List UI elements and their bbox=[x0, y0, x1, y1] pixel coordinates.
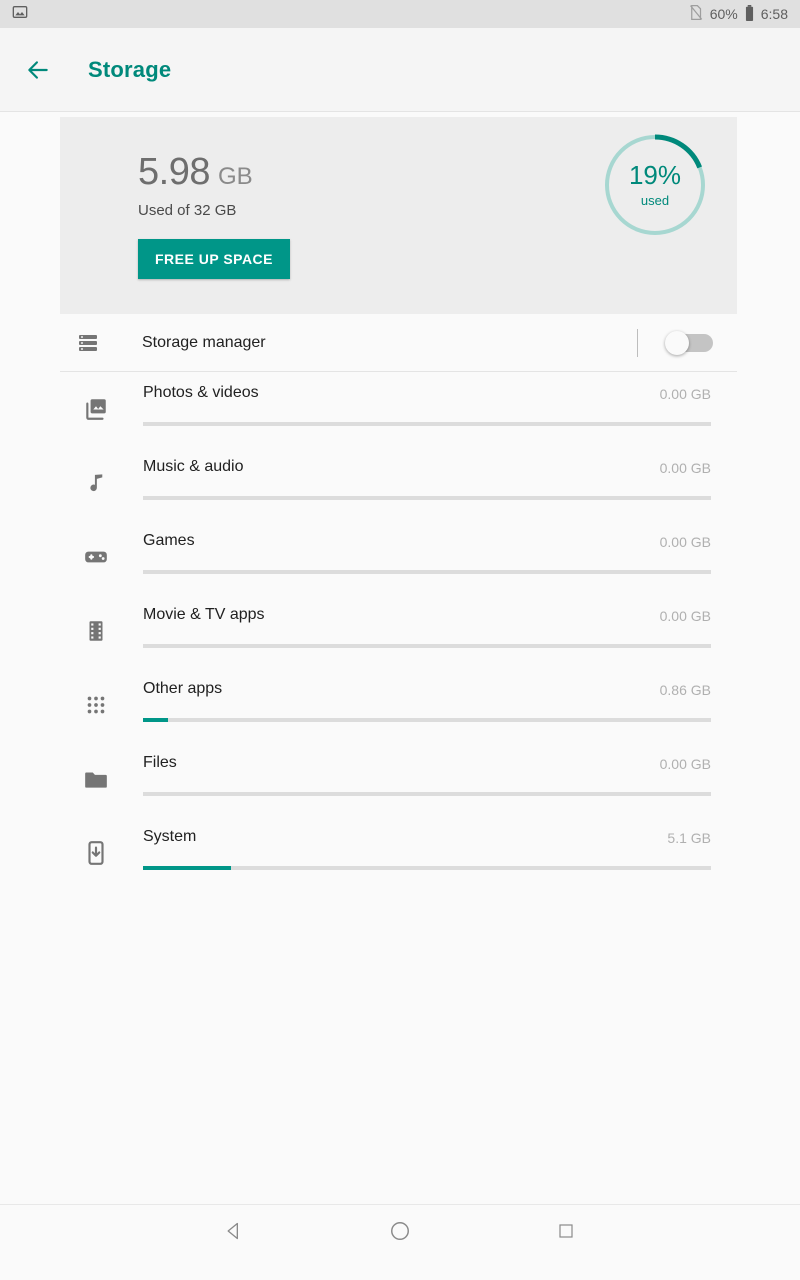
category-usage-bar bbox=[143, 866, 711, 870]
storage-category-row[interactable]: Music & audio 0.00 GB bbox=[0, 446, 800, 520]
nav-recents-icon[interactable] bbox=[542, 1207, 590, 1255]
storage-category-row[interactable]: Movie & TV apps 0.00 GB bbox=[0, 594, 800, 668]
image-notification-icon bbox=[12, 4, 28, 25]
back-arrow-icon[interactable] bbox=[14, 46, 62, 94]
battery-percent-label: 60% bbox=[709, 6, 738, 22]
folder-icon bbox=[78, 761, 114, 797]
donut-caption: used bbox=[640, 193, 670, 208]
donut-percent: 19% bbox=[628, 160, 682, 190]
category-label: Other apps bbox=[143, 680, 223, 697]
category-label: Games bbox=[143, 532, 195, 549]
used-amount: 5.98 GB bbox=[138, 151, 290, 194]
storage-summary-card: 5.98 GB Used of 32 GB FREE UP SPACE 19% … bbox=[60, 117, 737, 314]
category-size: 0.00 GB bbox=[659, 534, 711, 550]
storage-donut-chart: 19% used bbox=[601, 131, 709, 239]
clock-label: 6:58 bbox=[760, 6, 788, 22]
category-usage-bar bbox=[143, 644, 711, 648]
used-unit: GB bbox=[217, 163, 253, 190]
status-bar-right: 60% 6:58 bbox=[688, 4, 788, 24]
category-label: Music & audio bbox=[143, 458, 244, 475]
free-up-space-button[interactable]: FREE UP SPACE bbox=[138, 239, 291, 279]
apps-grid-icon bbox=[78, 687, 114, 723]
category-size: 0.00 GB bbox=[659, 756, 711, 772]
category-label: System bbox=[143, 828, 197, 845]
row-divider bbox=[637, 328, 638, 357]
category-size: 0.00 GB bbox=[659, 460, 711, 476]
app-bar: Storage bbox=[0, 28, 800, 112]
used-of-label: Used of 32 GB bbox=[138, 202, 237, 219]
category-label: Photos & videos bbox=[143, 384, 259, 401]
storage-category-list: Photos & videos 0.00 GB Music & audio 0.00 … bbox=[0, 372, 800, 890]
navigation-bar bbox=[0, 1204, 800, 1256]
gamepad-icon bbox=[78, 539, 114, 575]
status-bar-left bbox=[12, 4, 28, 25]
donut-label: 19% used bbox=[601, 131, 709, 239]
storage-manager-label: Storage manager bbox=[142, 333, 266, 351]
storage-category-row[interactable]: System 5.1 GB bbox=[0, 816, 800, 890]
category-usage-bar bbox=[143, 792, 711, 796]
storage-manager-row[interactable]: Storage manager bbox=[60, 314, 737, 372]
page-title: Storage bbox=[88, 56, 172, 82]
nav-home-icon[interactable] bbox=[376, 1207, 424, 1255]
category-usage-bar bbox=[143, 570, 711, 574]
storage-category-row[interactable]: Other apps 0.86 GB bbox=[0, 668, 800, 742]
category-size: 5.1 GB bbox=[667, 830, 711, 846]
content-area: 5.98 GB Used of 32 GB FREE UP SPACE 19% … bbox=[0, 112, 800, 1256]
storage-summary-text: 5.98 GB Used of 32 GB FREE UP SPACE bbox=[138, 151, 291, 279]
category-size: 0.86 GB bbox=[659, 682, 711, 698]
nav-back-icon[interactable] bbox=[210, 1207, 258, 1255]
music-note-icon bbox=[78, 465, 114, 501]
category-size: 0.00 GB bbox=[659, 608, 711, 624]
no-sim-icon bbox=[688, 4, 703, 24]
category-usage-bar bbox=[143, 496, 711, 500]
category-usage-bar bbox=[143, 422, 711, 426]
storage-manager-toggle[interactable] bbox=[665, 330, 713, 356]
system-update-icon bbox=[78, 835, 114, 871]
storage-category-row[interactable]: Games 0.00 GB bbox=[0, 520, 800, 594]
toggle-thumb bbox=[665, 330, 689, 355]
category-label: Files bbox=[143, 754, 177, 771]
category-label: Movie & TV apps bbox=[143, 606, 265, 623]
category-size: 0.00 GB bbox=[659, 386, 711, 402]
photo-library-icon bbox=[78, 391, 114, 427]
category-usage-fill bbox=[143, 718, 168, 722]
storage-bars-icon bbox=[60, 331, 116, 355]
used-number: 5.98 bbox=[138, 151, 210, 193]
status-bar: 60% 6:58 bbox=[0, 0, 800, 28]
category-usage-fill bbox=[143, 866, 232, 870]
film-strip-icon bbox=[78, 613, 114, 649]
storage-category-row[interactable]: Photos & videos 0.00 GB bbox=[0, 372, 800, 446]
battery-icon bbox=[745, 4, 754, 24]
category-usage-bar bbox=[143, 718, 711, 722]
storage-category-row[interactable]: Files 0.00 GB bbox=[0, 742, 800, 816]
